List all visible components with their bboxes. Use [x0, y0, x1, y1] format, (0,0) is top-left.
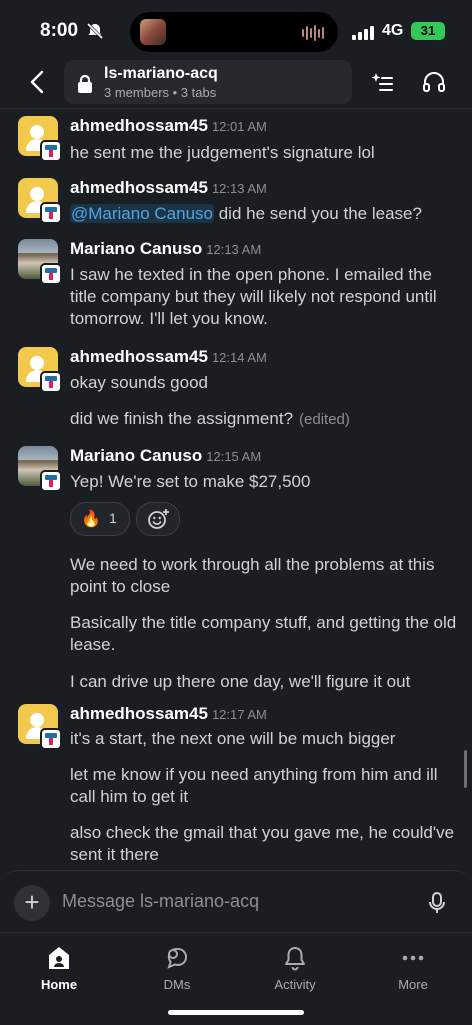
message-text: let me know if you need anything from hi…	[70, 765, 438, 806]
now-playing-art	[140, 19, 166, 45]
message-time: 12:14 AM	[211, 350, 267, 365]
message-text: it's a start, the next one will be much …	[70, 729, 396, 748]
message-time: 12:13 AM	[211, 181, 267, 196]
audio-wave-icon	[302, 25, 324, 41]
reaction-count: 1	[109, 510, 117, 526]
scrollbar[interactable]	[464, 750, 467, 788]
workspace-badge-icon	[40, 202, 62, 224]
tab-more[interactable]: More	[373, 941, 453, 1001]
battery-indicator: 31	[411, 22, 445, 40]
lock-icon	[78, 74, 92, 93]
signal-icon	[352, 26, 374, 40]
silent-bell-icon	[86, 22, 104, 40]
tab-label: Home	[40, 977, 78, 992]
bell-icon	[285, 947, 305, 971]
network-type: 4G	[382, 22, 404, 39]
message-text: We need to work through all the problems…	[70, 555, 435, 596]
ai-summary-icon[interactable]	[370, 70, 394, 94]
message-text: okay sounds good	[70, 373, 208, 392]
workspace-badge-icon	[40, 263, 62, 285]
dms-icon	[167, 947, 188, 969]
reaction-pill[interactable]: 🔥 1	[70, 502, 130, 536]
tab-home[interactable]: Home	[19, 941, 99, 1001]
message-text: also check the gmail that you gave me, h…	[70, 823, 455, 864]
workspace-badge-icon	[40, 371, 62, 393]
workspace-badge-icon	[40, 470, 62, 492]
back-arrow-icon[interactable]	[26, 68, 50, 96]
home-icon	[49, 947, 69, 969]
message-text: he sent me the judgement's signature lol	[70, 143, 375, 162]
tab-activity[interactable]: Activity	[255, 941, 335, 1001]
message-composer[interactable]: + Message ls-mariano-acq	[0, 870, 472, 933]
workspace-badge-icon	[40, 140, 62, 162]
message-text: Yep! We're set to make $27,500	[70, 472, 311, 491]
tab-label: Activity	[274, 977, 316, 992]
huddle-headphones-icon[interactable]	[422, 70, 446, 94]
message-text: I can drive up there one day, we'll figu…	[70, 672, 411, 691]
message-author[interactable]: ahmedhossam45	[70, 178, 208, 197]
message-time: 12:01 AM	[211, 119, 267, 134]
fire-emoji-icon: 🔥	[81, 511, 101, 528]
user-mention[interactable]: @Mariano Canuso	[70, 204, 214, 223]
channel-meta: 3 members • 3 tabs	[104, 85, 217, 100]
tab-label: DMs	[163, 977, 191, 992]
attach-plus-button[interactable]: +	[14, 885, 50, 921]
microphone-icon[interactable]	[428, 891, 446, 915]
workspace-badge-icon	[40, 728, 62, 750]
message-author[interactable]: ahmedhossam45	[70, 347, 208, 366]
message-input[interactable]: Message ls-mariano-acq	[62, 891, 259, 912]
message-time: 12:15 AM	[206, 449, 262, 464]
status-bar: 8:00 4G 31	[0, 0, 472, 62]
message-text: I saw he texted in the open phone. I ema…	[70, 265, 437, 328]
add-reaction-button[interactable]	[136, 502, 180, 536]
tab-dms[interactable]: DMs	[137, 941, 217, 1001]
channel-info-button[interactable]: ls-mariano-acq 3 members • 3 tabs	[64, 60, 352, 104]
message-author[interactable]: ahmedhossam45	[70, 116, 208, 135]
message-text: Basically the title company stuff, and g…	[70, 613, 457, 654]
message-author[interactable]: ahmedhossam45	[70, 704, 208, 723]
tab-label: More	[398, 977, 428, 992]
dynamic-island[interactable]	[130, 12, 338, 52]
edited-label: (edited)	[299, 411, 350, 428]
home-indicator[interactable]	[168, 1010, 304, 1015]
message-time: 12:13 AM	[206, 242, 262, 257]
message-text: did we finish the assignment? (edited)	[70, 409, 350, 428]
status-time: 8:00	[40, 20, 79, 41]
add-emoji-icon	[148, 509, 169, 529]
message-text: @Mariano Canuso did he send you the leas…	[70, 204, 422, 223]
channel-name: ls-mariano-acq	[104, 65, 218, 82]
channel-header: ls-mariano-acq 3 members • 3 tabs	[0, 58, 472, 109]
message-list[interactable]: ahmedhossam45 12:01 AM he sent me the jud…	[0, 110, 472, 868]
message-author[interactable]: Mariano Canuso	[70, 239, 202, 258]
message-time: 12:17 AM	[211, 707, 267, 722]
more-icon	[402, 955, 424, 961]
message-author[interactable]: Mariano Canuso	[70, 446, 202, 465]
